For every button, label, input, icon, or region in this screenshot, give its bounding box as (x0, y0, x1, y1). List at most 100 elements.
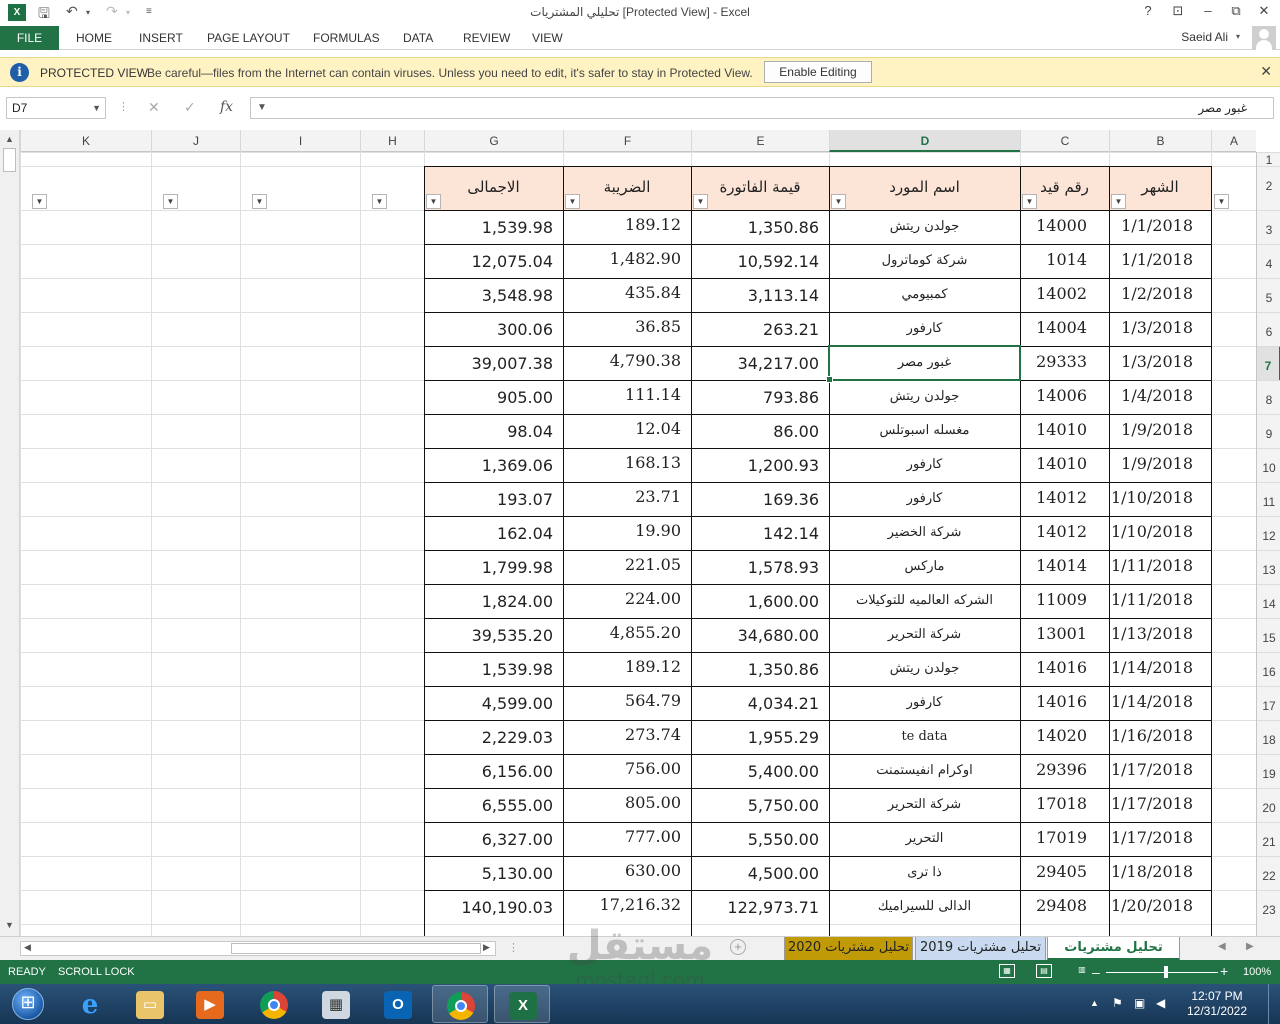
cell-total[interactable]: 1,539.98 (424, 218, 563, 237)
user-name[interactable]: Saeid Ali (1181, 30, 1228, 44)
cell-month[interactable]: 1/10/2018 (1109, 522, 1211, 541)
cell-tax[interactable]: 189.12 (563, 657, 691, 676)
table-header-cell[interactable]: الاجمالى (424, 166, 563, 210)
cell-supplier[interactable]: te data (829, 729, 1020, 744)
taskbar-outlook[interactable]: O (370, 985, 426, 1023)
volume-icon[interactable]: ◀ (1156, 996, 1165, 1010)
row-header[interactable]: 20 (1257, 788, 1280, 822)
cell-supplier[interactable]: اوكرام انفيستمنت (829, 763, 1020, 778)
cell-entry-number[interactable]: 14010 (1020, 420, 1109, 439)
cell-month[interactable]: 1/1/2018 (1109, 216, 1211, 235)
row-header[interactable]: 14 (1257, 584, 1280, 618)
cell-month[interactable]: 1/18/2018 (1109, 862, 1211, 881)
row-header[interactable]: 19 (1257, 754, 1280, 788)
cell-invoice-value[interactable]: 1,200.93 (691, 456, 829, 475)
cell-total[interactable]: 1,369.06 (424, 456, 563, 475)
help-icon[interactable]: ? (1134, 3, 1162, 18)
cell-month[interactable]: 1/17/2018 (1109, 794, 1211, 813)
cell-invoice-value[interactable]: 86.00 (691, 422, 829, 441)
cell-month[interactable]: 1/20/2018 (1109, 896, 1211, 915)
cell-month[interactable]: 1/11/2018 (1109, 590, 1211, 609)
row-header[interactable]: 18 (1257, 720, 1280, 754)
cell-tax[interactable]: 777.00 (563, 827, 691, 846)
cell-invoice-value[interactable]: 5,550.00 (691, 830, 829, 849)
chevron-down-icon[interactable]: ▼ (92, 98, 101, 118)
cell-invoice-value[interactable]: 1,578.93 (691, 558, 829, 577)
cell-month[interactable]: 1/9/2018 (1109, 454, 1211, 473)
taskbar-clock[interactable]: 12:07 PM 12/31/2022 (1182, 989, 1252, 1019)
cell-supplier[interactable]: كارفور (829, 695, 1020, 710)
taskbar-media-player[interactable]: ▶ (182, 985, 238, 1023)
column-header[interactable]: H (360, 130, 424, 152)
scroll-thumb[interactable] (231, 943, 481, 954)
avatar[interactable] (1252, 26, 1276, 50)
cell-total[interactable]: 300.06 (424, 320, 563, 339)
page-layout-view-icon[interactable]: ▤ (1036, 964, 1052, 978)
start-button[interactable] (4, 985, 52, 1023)
zoom-slider-handle[interactable] (1164, 966, 1168, 978)
tab-view[interactable]: VIEW (532, 26, 563, 50)
close-button[interactable]: ✕ (1250, 3, 1278, 19)
cell-entry-number[interactable]: 14020 (1020, 726, 1109, 745)
column-header[interactable]: E (691, 130, 829, 152)
cell-tax[interactable]: 189.12 (563, 215, 691, 234)
cell-tax[interactable]: 4,855.20 (563, 623, 691, 642)
cell-supplier[interactable]: ماركس (829, 559, 1020, 574)
cell-entry-number[interactable]: 14014 (1020, 556, 1109, 575)
cell-supplier[interactable]: غبور مصر (829, 355, 1020, 370)
action-center-flag-icon[interactable]: ⚑ (1112, 996, 1123, 1010)
cell-supplier[interactable]: شركة الخضير (829, 525, 1020, 540)
row-header[interactable]: 12 (1257, 516, 1280, 550)
cell-month[interactable]: 1/17/2018 (1109, 760, 1211, 779)
cell-month[interactable]: 1/14/2018 (1109, 658, 1211, 677)
cell-total[interactable]: 140,190.03 (424, 898, 563, 917)
tab-data[interactable]: DATA (403, 26, 433, 50)
cell-entry-number[interactable]: 17019 (1020, 828, 1109, 847)
cell-invoice-value[interactable]: 793.86 (691, 388, 829, 407)
new-sheet-button[interactable]: + (730, 939, 746, 955)
scroll-thumb[interactable] (3, 148, 16, 172)
taskbar-chrome-window[interactable] (432, 985, 488, 1023)
previous-sheet-icon[interactable]: ◀ (1218, 941, 1226, 952)
filter-dropdown-icon[interactable]: ▼ (426, 194, 441, 209)
enable-editing-button[interactable]: Enable Editing (764, 61, 872, 83)
user-dropdown-icon[interactable]: ▾ (1236, 32, 1240, 41)
column-header[interactable]: A (1211, 130, 1256, 152)
cell-tax[interactable]: 4,790.38 (563, 351, 691, 370)
next-sheet-icon[interactable]: ▶ (1246, 941, 1254, 952)
zoom-level[interactable]: 100% (1243, 966, 1271, 978)
table-header-cell[interactable]: اسم المورد (829, 166, 1020, 210)
cell-supplier[interactable]: شركة كوماترول (829, 253, 1020, 268)
cell-entry-number[interactable]: 14006 (1020, 386, 1109, 405)
filter-dropdown-icon[interactable]: ▼ (163, 194, 178, 209)
row-header[interactable]: 17 (1257, 686, 1280, 720)
filter-dropdown-icon[interactable]: ▼ (693, 194, 708, 209)
row-header[interactable]: 9 (1257, 414, 1280, 448)
cell-month[interactable]: 1/2/2018 (1109, 284, 1211, 303)
table-header-cell[interactable]: الضريبة (563, 166, 691, 210)
cell-month[interactable]: 1/3/2018 (1109, 352, 1211, 371)
cell-supplier[interactable]: كمبيومي (829, 287, 1020, 302)
filter-dropdown-icon[interactable]: ▼ (831, 194, 846, 209)
cell-entry-number[interactable]: 14016 (1020, 692, 1109, 711)
cell-invoice-value[interactable]: 34,680.00 (691, 626, 829, 645)
cell-total[interactable]: 4,599.00 (424, 694, 563, 713)
scroll-left-icon[interactable]: ◀ (24, 942, 31, 953)
cell-month[interactable]: 1/16/2018 (1109, 726, 1211, 745)
cell-supplier[interactable]: كارفور (829, 457, 1020, 472)
cell-month[interactable]: 1/3/2018 (1109, 318, 1211, 337)
cell-tax[interactable]: 224.00 (563, 589, 691, 608)
row-header[interactable]: 2 (1257, 166, 1280, 210)
tab-page-layout[interactable]: PAGE LAYOUT (207, 26, 290, 50)
cell-invoice-value[interactable]: 122,973.71 (691, 898, 829, 917)
column-header[interactable]: J (151, 130, 240, 152)
cell-total[interactable]: 6,327.00 (424, 830, 563, 849)
cell-invoice-value[interactable]: 169.36 (691, 490, 829, 509)
cell-entry-number[interactable]: 1014 (1020, 250, 1109, 269)
cell-invoice-value[interactable]: 3,113.14 (691, 286, 829, 305)
cell-tax[interactable]: 168.13 (563, 453, 691, 472)
row-header[interactable]: 6 (1257, 312, 1280, 346)
row-header[interactable]: 13 (1257, 550, 1280, 584)
cell-entry-number[interactable]: 14000 (1020, 216, 1109, 235)
cell-invoice-value[interactable]: 1,955.29 (691, 728, 829, 747)
